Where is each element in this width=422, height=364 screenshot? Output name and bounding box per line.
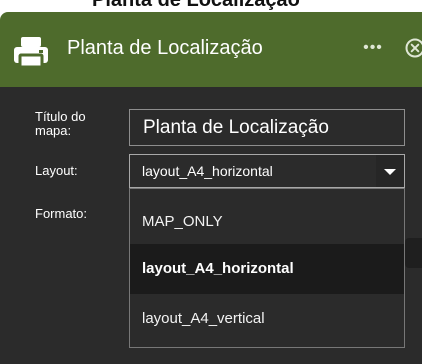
close-icon[interactable]	[400, 35, 422, 61]
map-title-input[interactable]: Planta de Localização	[129, 109, 405, 146]
layout-select-value: layout_A4_horizontal	[142, 163, 273, 179]
chevron-down-icon[interactable]	[376, 155, 404, 187]
layout-label: Layout:	[35, 163, 78, 178]
dropdown-option-layout-a4-vertical[interactable]: layout_A4_vertical	[130, 294, 404, 344]
more-options-button[interactable]: •••	[360, 38, 386, 58]
hidden-format-control-edge	[405, 238, 422, 268]
format-label: Formato:	[35, 206, 88, 221]
dropdown-option-map-only[interactable]: MAP_ONLY	[130, 197, 404, 247]
panel-title: Planta de Localização	[67, 37, 263, 59]
dropdown-option-layout-a4-horizontal[interactable]: layout_A4_horizontal	[130, 244, 404, 294]
printer-icon	[14, 37, 48, 69]
panel-header: Planta de Localização •••	[0, 12, 422, 87]
partially-visible-page-title: Planta de Localização	[92, 0, 300, 11]
layout-dropdown-list: MAP_ONLY layout_A4_horizontal layout_A4_…	[129, 188, 405, 348]
print-panel-screenshot: Planta de Localização Planta de Localiza…	[0, 0, 422, 364]
map-title-label: Título do mapa:	[35, 109, 86, 138]
layout-select[interactable]: layout_A4_horizontal	[129, 154, 405, 188]
